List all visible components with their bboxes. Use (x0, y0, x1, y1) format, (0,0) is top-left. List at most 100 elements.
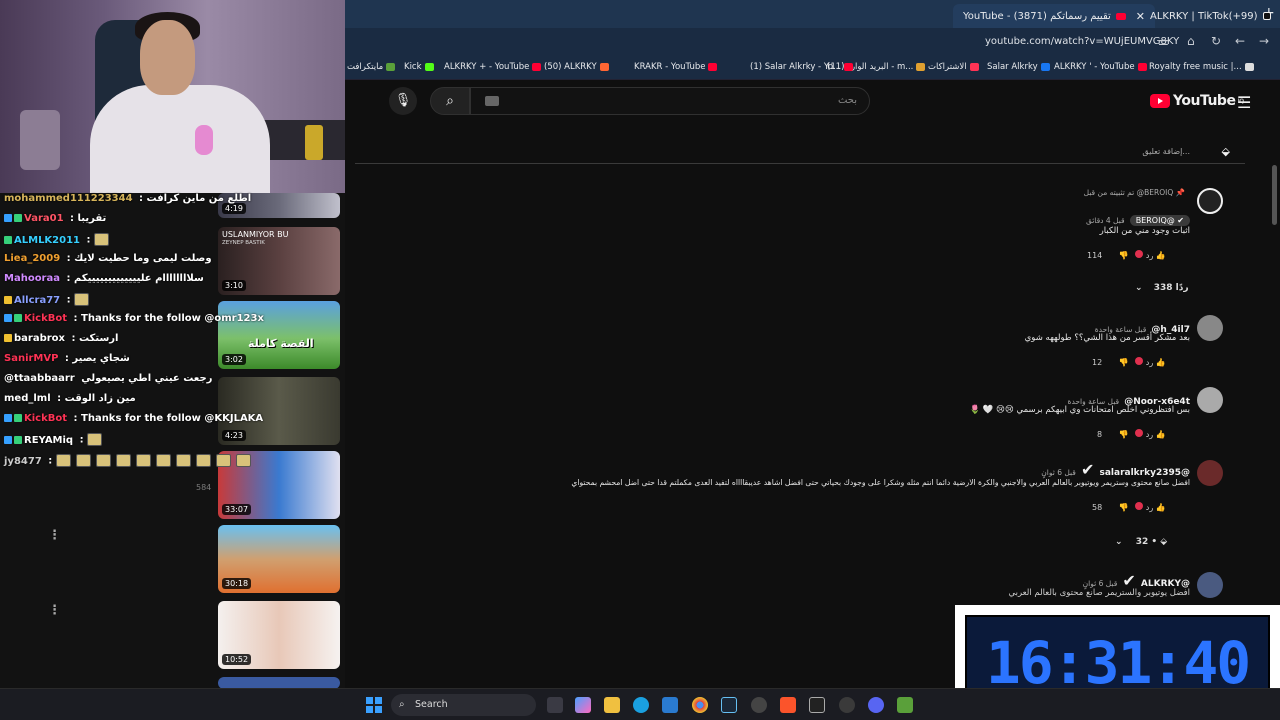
edge-icon[interactable] (633, 697, 649, 713)
dislike-icon[interactable]: 👎 (1119, 251, 1129, 260)
streamer-body (90, 85, 270, 193)
chat-text: وصلت ليمى وما حطيت لايك (74, 253, 212, 264)
bookmark-label: الاشتراكات (928, 62, 967, 72)
dislike-icon[interactable]: 👎 (1119, 503, 1129, 512)
copilot-icon[interactable] (575, 697, 591, 713)
forward-icon[interactable]: → (1259, 34, 1269, 48)
capcut-icon[interactable] (809, 697, 825, 713)
add-comment-field[interactable]: إضافة تعليق... ⬙ (355, 140, 1245, 164)
replies-toggle[interactable]: ⌄ 338 ردًا (1135, 283, 1189, 293)
store-icon[interactable] (662, 697, 678, 713)
bookmark-item[interactable]: (50) ALKRKY (544, 62, 609, 72)
like-icon[interactable]: 👍 (1156, 430, 1166, 439)
video-thumbnail[interactable]: 30:18 (218, 525, 340, 593)
menu-icon[interactable]: ☰ (1237, 93, 1251, 112)
brave-icon[interactable] (780, 697, 796, 713)
bookmark-item[interactable]: Kick (404, 62, 434, 72)
tab-title: ALKRKY | TikTok(+99) (1150, 10, 1258, 22)
bookmark-item[interactable]: Royalty free music |... (1149, 62, 1254, 72)
dislike-icon[interactable]: 👎 (1119, 358, 1129, 367)
app-icon[interactable] (839, 697, 855, 713)
bookmark-label: ALKRKY ' - YouTube (1054, 62, 1135, 72)
more-options-icon[interactable]: ⋮ (48, 603, 61, 618)
reply-button[interactable]: رد (1146, 430, 1153, 439)
youtube-page: YouTube IQ ☰ 🎙 ⌕ بحث إضافة تعليق... ⬙ تم … (345, 80, 1280, 688)
obs-icon[interactable] (751, 697, 767, 713)
file-explorer-icon[interactable] (604, 697, 620, 713)
microphone (195, 125, 213, 155)
settings-sliders-icon[interactable]: ⚌ (1158, 34, 1169, 48)
avatar[interactable] (1197, 572, 1223, 598)
back-icon[interactable]: ← (1235, 34, 1245, 48)
dislike-icon[interactable]: 👎 (1119, 430, 1129, 439)
reply-button[interactable]: رد (1146, 358, 1153, 367)
bookmark-label: ALKRKY + - YouTube (444, 62, 530, 72)
tab-youtube[interactable]: YouTube - تقييم رسماتكم (3871) ✕ (953, 4, 1156, 28)
video-thumbnail[interactable]: 10:52 (218, 601, 340, 669)
bookmark-item[interactable]: KRAKR - YouTube (634, 62, 718, 72)
chat-message: barabrox : ارستكت (4, 333, 118, 344)
badge-icon (4, 414, 12, 422)
comment: @salaralkrky2395 ✔ قبل 6 ثوانٍ (1041, 460, 1190, 479)
taskbar-search[interactable]: ⌕ Search (391, 694, 536, 716)
replies-toggle[interactable]: ⌄ 32 • ⬙ (1115, 537, 1167, 547)
like-icon[interactable]: 👍 (1156, 358, 1166, 367)
bookmark-item[interactable]: الاشتراكات (928, 62, 979, 72)
replies-count: 32 (1135, 537, 1149, 547)
bookmark-item[interactable]: مايتكرافت (347, 62, 396, 72)
video-duration: 4:19 (222, 203, 246, 214)
steam-icon[interactable] (721, 697, 737, 713)
chat-message: SanirMVP : شجاي يصير (4, 353, 130, 364)
discord-icon[interactable] (868, 697, 884, 713)
comment-actions: رد 👎 12 👍 (1080, 357, 1166, 367)
video-thumbnail[interactable]: القصة كاملة 3:02 (218, 301, 340, 369)
creator-heart-icon (1135, 429, 1144, 437)
bookmark-item[interactable]: ALKRKY + - YouTube (444, 62, 542, 72)
bookmark-label: مايتكرافت (347, 62, 384, 72)
comment-time: قبل 6 ثوانٍ (1041, 468, 1076, 477)
chat-message: Allcra77 : (4, 293, 94, 306)
video-thumbnail[interactable]: 4:23 (218, 377, 340, 445)
thumbnail-subtitle: ZEYNEP BASTIK (222, 240, 265, 246)
windows-start-icon[interactable] (366, 697, 382, 713)
reply-button[interactable]: رد (1146, 251, 1153, 260)
thumbnail-title: USLANMIYOR BU (222, 230, 289, 239)
task-view-icon[interactable] (547, 697, 563, 713)
avatar[interactable] (1197, 315, 1223, 341)
reply-button[interactable]: رد (1146, 503, 1153, 512)
chat-text: اطلع من ماين كرافت (146, 193, 252, 204)
keyboard-icon[interactable] (485, 96, 499, 106)
search-input[interactable]: بحث (470, 87, 870, 115)
avatar[interactable] (1197, 460, 1223, 486)
minecraft-icon[interactable] (897, 697, 913, 713)
like-icon[interactable]: 👍 (1156, 251, 1166, 260)
page-scrollbar[interactable] (1272, 165, 1277, 225)
voice-search-icon[interactable]: 🎙 (389, 87, 417, 115)
chat-text: شجاي يصير (72, 353, 130, 364)
chrome-icon[interactable] (692, 697, 708, 713)
bookmarks-bar: Royalty free music |... ALKRKY ' - YouTu… (345, 56, 1280, 80)
avatar[interactable] (1197, 387, 1223, 413)
badge-icon (14, 214, 22, 222)
url-text[interactable]: youtube.com/watch?v=WUjEUMVG8KY (985, 36, 1179, 47)
chat-username: Vara01 (24, 213, 64, 224)
youtube-logo[interactable]: YouTube IQ (1150, 93, 1244, 109)
avatar[interactable] (1197, 188, 1223, 214)
home-icon[interactable]: ⌂ (1187, 34, 1195, 48)
bookmark-item[interactable]: (1) Salar Alkrky - Yo... (750, 62, 854, 72)
chat-username: SanirMVP (4, 353, 59, 364)
video-thumbnail[interactable]: USLANMIYOR BU ZEYNEP BASTIK 3:10 (218, 227, 340, 295)
tab-tiktok[interactable]: ALKRKY | TikTok(+99) (1140, 4, 1280, 28)
comment-author[interactable]: @salaralkrky2395 (1099, 468, 1190, 478)
author-chip[interactable]: ✔ @BEROIQ (1129, 215, 1190, 226)
bookmark-item[interactable]: Salar Alkrky (987, 62, 1050, 72)
bookmark-label: KRAKR - YouTube (634, 62, 706, 72)
reload-icon[interactable]: ↻ (1211, 34, 1221, 48)
chat-username: med_lml (4, 393, 51, 404)
like-icon[interactable]: 👍 (1156, 503, 1166, 512)
more-options-icon[interactable]: ⋮ (48, 528, 61, 543)
chat-text: تقريبا (77, 213, 107, 224)
emote-icon (215, 454, 231, 467)
search-button[interactable]: ⌕ (430, 87, 470, 115)
bookmark-item[interactable]: ALKRKY ' - YouTube (1054, 62, 1147, 72)
